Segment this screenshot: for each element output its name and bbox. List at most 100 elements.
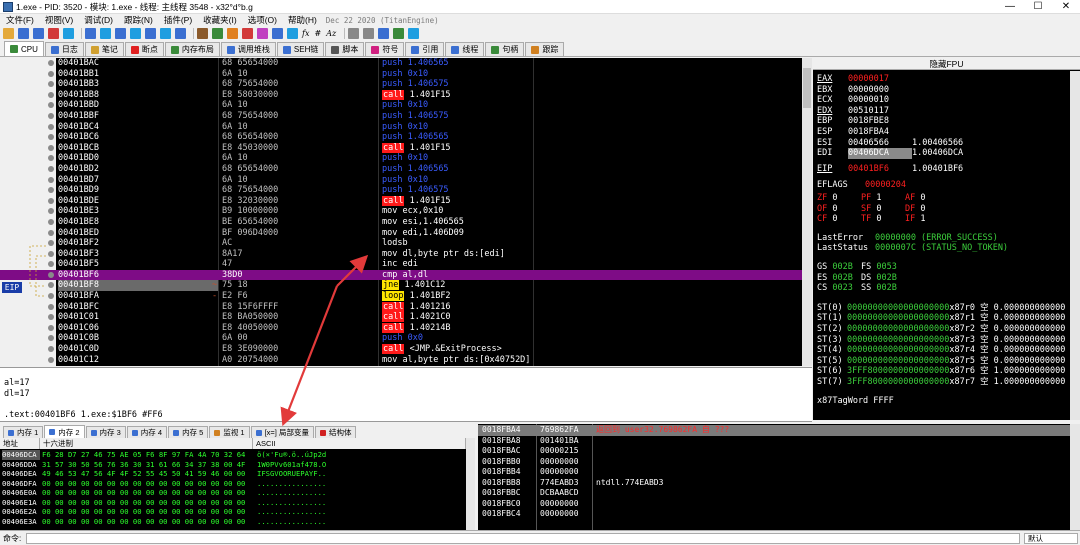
breakpoint-dot-icon[interactable] bbox=[48, 123, 54, 130]
flag-of[interactable]: OF 0 bbox=[817, 204, 861, 215]
breakpoint-dot-icon[interactable] bbox=[48, 218, 54, 225]
tab-memory-map[interactable]: 内存布局 bbox=[164, 42, 220, 56]
maximize-button[interactable]: ☐ bbox=[1024, 0, 1052, 14]
registers-scrollbar[interactable] bbox=[1070, 71, 1080, 420]
hex-row[interactable]: 00406DDA 31 57 30 50 56 76 36 30 31 61 66… bbox=[0, 460, 466, 470]
menu-item[interactable]: 帮助(H) bbox=[282, 14, 322, 26]
toolbar-button-icon[interactable] bbox=[363, 28, 375, 39]
flag-value[interactable]: 0 bbox=[876, 214, 881, 224]
breakpoint-dot-icon[interactable] bbox=[48, 176, 54, 183]
disasm-row[interactable]: 00401BCB E8 45030000 call 1.401F15 bbox=[0, 142, 812, 154]
toolbar-button-icon[interactable] bbox=[18, 28, 29, 39]
disassembly-view[interactable]: 00401BAC 68 65654000 push 1.406565 00401BB1… bbox=[0, 58, 812, 366]
register-row[interactable]: EFLAGS 00000204 bbox=[817, 180, 929, 191]
segment-ss[interactable]: SS 002B bbox=[861, 283, 905, 294]
disasm-row[interactable]: 00401BF3 8A17 mov dl,byte ptr ds:[edi] bbox=[0, 249, 812, 260]
close-button[interactable]: ✕ bbox=[1052, 0, 1080, 14]
column-header-hex[interactable]: 十六进制 bbox=[40, 438, 253, 449]
breakpoint-dot-icon[interactable] bbox=[48, 314, 54, 321]
hide-fpu-button[interactable]: 隐藏FPU bbox=[813, 58, 1080, 70]
fpu-register-row[interactable]: ST(4) 00000000000000000000x87r4 空 0.00000… bbox=[817, 345, 1065, 356]
flag-value[interactable]: 0 bbox=[876, 204, 881, 214]
tab-log[interactable]: 日志 bbox=[44, 42, 84, 56]
breakpoint-dot-icon[interactable] bbox=[48, 250, 54, 257]
breakpoint-dot-icon[interactable] bbox=[48, 187, 54, 194]
disasm-row[interactable]: 00401BC6 68 65654000 push 1.406565 bbox=[0, 132, 812, 143]
register-row[interactable]: EDI 00406DCA 1.00406DCA bbox=[817, 148, 963, 159]
breakpoint-dot-icon[interactable] bbox=[48, 155, 54, 162]
fpu-register-value[interactable]: 00000000000000000000 bbox=[847, 303, 949, 313]
memory-tab[interactable]: 内存 1 bbox=[3, 426, 44, 438]
stack-row[interactable]: 0018FBC0 00000000 bbox=[478, 499, 1080, 510]
flag-af[interactable]: AF 0 bbox=[905, 193, 949, 204]
toolbar-button-icon[interactable] bbox=[3, 28, 14, 39]
segment-value[interactable]: 0023 bbox=[832, 283, 852, 293]
toolbar-text-button[interactable]: fx bbox=[302, 29, 309, 38]
register-row[interactable]: EIP 00401BF6 1.00401BF6 bbox=[817, 164, 963, 175]
hex-ascii[interactable]: 1W0PVv601af478.O bbox=[257, 460, 326, 470]
menu-item[interactable]: 收藏夹(I) bbox=[197, 14, 242, 26]
register-value[interactable]: 00000010 bbox=[848, 95, 912, 106]
toolbar-button-icon[interactable] bbox=[85, 28, 96, 39]
breakpoint-dot-icon[interactable] bbox=[48, 324, 54, 331]
breakpoint-dot-icon[interactable] bbox=[48, 335, 54, 342]
disasm-row[interactable]: 00401C0D E8 3E090000 call <JMP.&ExitProces… bbox=[0, 344, 812, 355]
toolbar-text-button[interactable]: Az bbox=[326, 29, 336, 38]
register-row[interactable]: EBP 0018FBE8 bbox=[817, 116, 912, 127]
fpu-register-value[interactable]: 3FFF8000000000000000 bbox=[847, 366, 949, 376]
fpu-register-value[interactable]: 00000000000000000000 bbox=[847, 324, 949, 334]
stack-view[interactable]: 0018FBA4 769862FA 返回到 user32.769862FA 自 ??… bbox=[478, 424, 1080, 530]
toolbar-button-icon[interactable] bbox=[160, 28, 171, 39]
memory-tab[interactable]: 结构体 bbox=[314, 426, 357, 438]
toolbar-button-icon[interactable] bbox=[257, 28, 268, 39]
command-mode-select[interactable]: 默认 bbox=[1024, 533, 1078, 544]
tab-notes[interactable]: 笔记 bbox=[84, 42, 124, 56]
stack-row[interactable]: 0018FBA4 769862FA 返回到 user32.769862FA 自 ??… bbox=[478, 425, 1080, 436]
menu-item[interactable]: 选项(O) bbox=[242, 14, 282, 26]
hex-row[interactable]: 00406E3A 00 00 00 00 00 00 00 00 00 00 00… bbox=[0, 517, 466, 527]
flag-value[interactable]: 0 bbox=[832, 214, 837, 224]
disasm-row[interactable]: 00401BFC E8 15F6FFFF call 1.401216 bbox=[0, 301, 812, 313]
breakpoint-dot-icon[interactable] bbox=[48, 134, 54, 141]
stack-row[interactable]: 0018FBC4 00000000 bbox=[478, 509, 1080, 520]
register-row[interactable]: ESI 00406566 1.00406566 bbox=[817, 138, 963, 149]
toolbar-button-icon[interactable] bbox=[227, 28, 238, 39]
toolbar-button-icon[interactable] bbox=[33, 28, 44, 39]
flag-zf[interactable]: ZF 0 bbox=[817, 193, 861, 204]
disasm-row[interactable]: 00401BF6 38D0 cmp al,dl bbox=[0, 269, 812, 281]
toolbar-button-icon[interactable] bbox=[48, 28, 59, 39]
menu-item[interactable]: 插件(P) bbox=[158, 14, 197, 26]
column-header-ascii[interactable]: ASCII bbox=[253, 438, 466, 449]
register-value[interactable]: 00000204 bbox=[865, 180, 929, 191]
hex-row[interactable]: 00406DCA F6 28 D7 27 46 75 AE 05 F6 8F 97… bbox=[0, 450, 466, 460]
disasm-row[interactable]: 00401C0B 6A 00 push 0x0 bbox=[0, 333, 812, 344]
toolbar-button-icon[interactable] bbox=[115, 28, 126, 39]
disasm-row[interactable]: 00401BF2 AC lodsb bbox=[0, 238, 812, 249]
disasm-row[interactable]: 00401BAC 68 65654000 push 1.406565 bbox=[0, 58, 812, 69]
flag-value[interactable]: 1 bbox=[920, 214, 925, 224]
register-row[interactable]: ESP 0018FBA4 bbox=[817, 127, 912, 138]
fpu-register-row[interactable]: ST(6) 3FFF8000000000000000x87r6 空 1.00000… bbox=[817, 366, 1065, 377]
memory-tab[interactable]: 内存 2 bbox=[44, 425, 85, 438]
hex-ascii[interactable]: ................ bbox=[257, 498, 326, 508]
hex-ascii[interactable]: ö(×'Fu®.ö..úJp2d bbox=[257, 450, 326, 460]
toolbar-button-icon[interactable] bbox=[393, 28, 405, 39]
toolbar-button-icon[interactable] bbox=[272, 28, 283, 39]
hex-ascii[interactable]: ................ bbox=[257, 517, 326, 527]
hex-bytes[interactable]: 00 00 00 00 00 00 00 00 00 00 00 00 00 0… bbox=[42, 479, 245, 489]
stack-scrollbar[interactable] bbox=[1070, 424, 1080, 530]
disasm-row[interactable]: 00401BD9 68 75654000 push 1.406575 bbox=[0, 185, 812, 196]
hex-row[interactable]: 00406DFA 00 00 00 00 00 00 00 00 00 00 00… bbox=[0, 479, 466, 489]
command-input[interactable] bbox=[26, 533, 1020, 544]
segment-es[interactable]: ES 002B bbox=[817, 273, 861, 284]
toolbar-button-icon[interactable] bbox=[145, 28, 156, 39]
disasm-row[interactable]: 00401BBF 68 75654000 push 1.406575 bbox=[0, 111, 812, 122]
minimize-button[interactable]: — bbox=[996, 0, 1024, 14]
disasm-row[interactable]: 00401BE3 B9 10000000 mov ecx,0x10 bbox=[0, 206, 812, 217]
hex-bytes[interactable]: 00 00 00 00 00 00 00 00 00 00 00 00 00 0… bbox=[42, 507, 245, 517]
segment-fs[interactable]: FS 0053 bbox=[861, 262, 905, 273]
menu-item[interactable]: 文件(F) bbox=[0, 14, 39, 26]
tab-trace[interactable]: 跟踪 bbox=[525, 42, 565, 56]
stack-row[interactable]: 0018FBB8 774EABD3 ntdll.774EABD3 bbox=[478, 478, 1080, 489]
flag-cf[interactable]: CF 0 bbox=[817, 214, 861, 225]
